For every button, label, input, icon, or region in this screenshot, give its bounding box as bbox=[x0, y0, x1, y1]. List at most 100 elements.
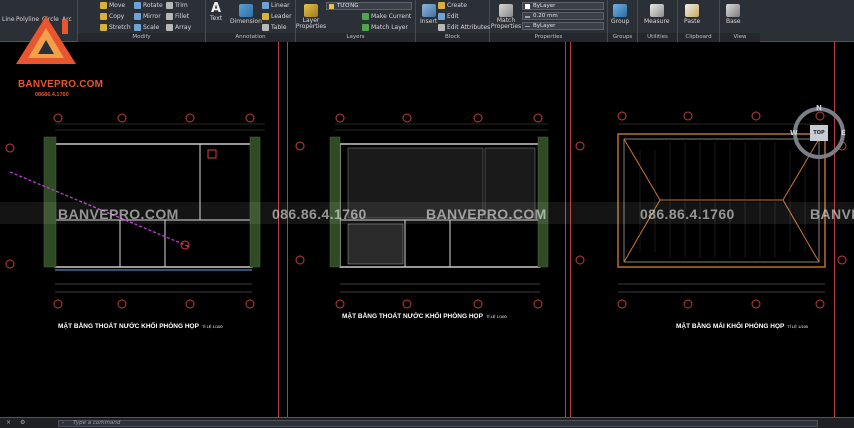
edit-block-button[interactable]: Edit bbox=[438, 13, 459, 20]
grid-bubble bbox=[751, 111, 761, 121]
array-icon bbox=[166, 24, 173, 31]
create-block-button[interactable]: Create bbox=[438, 2, 467, 9]
rotate-button[interactable]: Rotate bbox=[134, 2, 163, 9]
lineweight-dropdown-value: 0.20 mm bbox=[533, 13, 558, 19]
grid-bubble bbox=[617, 111, 627, 121]
viewcube[interactable]: N W E TOP bbox=[790, 104, 848, 162]
dimension-button[interactable]: Dimension bbox=[230, 4, 262, 25]
insert-icon bbox=[421, 4, 436, 17]
scale-label: Scale bbox=[143, 24, 160, 31]
measure-button[interactable]: Measure bbox=[644, 4, 670, 25]
grid-bubble bbox=[53, 113, 63, 123]
utilities-group-title: Utilities bbox=[638, 33, 677, 42]
grid-bubble bbox=[751, 299, 761, 309]
status-bar: × ⚙ › Type a command bbox=[0, 417, 854, 428]
groups-group-title: Groups bbox=[608, 33, 637, 42]
create-block-icon bbox=[438, 2, 445, 9]
linear-icon bbox=[262, 2, 269, 9]
annotation-group: A Text Dimension Linear Leader Table Ann… bbox=[206, 0, 296, 42]
paste-button[interactable]: Paste bbox=[684, 4, 700, 25]
group-button[interactable]: Group bbox=[611, 4, 629, 25]
lineweight-icon bbox=[525, 16, 530, 18]
linetype-dropdown-value: ByLayer bbox=[533, 23, 556, 29]
fillet-label: Fillet bbox=[175, 13, 190, 20]
make-current-button[interactable]: Make Current bbox=[362, 13, 411, 20]
scale-button[interactable]: Scale bbox=[134, 24, 159, 31]
viewcube-top-face[interactable]: TOP bbox=[810, 125, 828, 141]
fixture-symbol bbox=[207, 149, 217, 159]
rotate-icon bbox=[134, 2, 141, 9]
base-view-icon bbox=[726, 4, 741, 17]
grid-bubble bbox=[185, 299, 195, 309]
table-button[interactable]: Table bbox=[262, 24, 287, 31]
match-properties-button[interactable]: Match Properties bbox=[490, 4, 522, 30]
table-label: Table bbox=[271, 24, 287, 31]
insert-button[interactable]: Insert bbox=[420, 4, 437, 25]
base-button[interactable]: Base bbox=[726, 4, 741, 25]
grid-bubble bbox=[245, 113, 255, 123]
mirror-button[interactable]: Mirror bbox=[134, 13, 161, 20]
grid-bubble bbox=[295, 141, 305, 151]
properties-group-title: Properties bbox=[490, 33, 607, 42]
trim-icon bbox=[166, 2, 173, 9]
view-group-title: View bbox=[720, 33, 760, 42]
lineweight-dropdown[interactable]: 0.20 mm bbox=[522, 12, 604, 20]
drawing-canvas[interactable]: MẶT BẰNG THOÁT NƯỚC KHỐI PHÒNG HỌP TỈ LỆ … bbox=[0, 42, 854, 417]
edit-block-icon bbox=[438, 13, 445, 20]
command-placeholder: Type a command bbox=[73, 420, 121, 426]
edit-attributes-button[interactable]: Edit Attributes bbox=[438, 24, 490, 31]
trim-label: Trim bbox=[175, 2, 188, 9]
layer-properties-button[interactable]: Layer Properties bbox=[295, 4, 327, 30]
drawing-title-2-text: MẶT BẰNG THOÁT NƯỚC KHỐI PHÒNG HỌP bbox=[342, 313, 483, 320]
close-icon[interactable]: × bbox=[6, 419, 11, 426]
trim-button[interactable]: Trim bbox=[166, 2, 188, 9]
settings-icon[interactable]: ⚙ bbox=[20, 419, 25, 426]
compass-east[interactable]: E bbox=[841, 129, 846, 137]
compass-north[interactable]: N bbox=[816, 104, 822, 112]
dimension-icon bbox=[238, 4, 253, 17]
text-label: Text bbox=[210, 15, 223, 22]
leader-button[interactable]: Leader bbox=[262, 13, 292, 20]
drawing-scale-1: TỈ LỆ 1/100 bbox=[201, 324, 223, 329]
hatch-stone bbox=[347, 223, 404, 265]
layer-dropdown[interactable]: TƯỜNG bbox=[326, 2, 412, 10]
groups-group: Group Groups bbox=[608, 0, 638, 42]
grid-bubble bbox=[117, 299, 127, 309]
grid-bubble bbox=[533, 299, 543, 309]
match-properties-label: Match Properties bbox=[490, 17, 522, 30]
layers-group: Layer Properties TƯỜNG Make Current Matc… bbox=[296, 0, 416, 42]
fillet-button[interactable]: Fillet bbox=[166, 13, 189, 20]
watermark-text: 086.86.4.1760 bbox=[640, 206, 735, 222]
grid-bubble bbox=[402, 113, 412, 123]
command-input[interactable]: › Type a command bbox=[58, 420, 818, 427]
make-current-label: Make Current bbox=[371, 13, 412, 20]
drawing-svg bbox=[5, 111, 847, 309]
edit-block-label: Edit bbox=[447, 13, 459, 20]
watermark-text: 086.86.4.1760 bbox=[272, 206, 367, 222]
house-logo-icon bbox=[16, 16, 76, 64]
group-label: Group bbox=[611, 18, 630, 25]
grid-bubble bbox=[5, 143, 15, 153]
linear-button[interactable]: Linear bbox=[262, 2, 290, 9]
layer-properties-label: Layer Properties bbox=[295, 17, 327, 30]
insert-label: Insert bbox=[420, 18, 438, 25]
grid-bubble bbox=[815, 299, 825, 309]
match-layer-button[interactable]: Match Layer bbox=[362, 24, 408, 31]
grid-bubble bbox=[683, 299, 693, 309]
compass-west[interactable]: W bbox=[790, 129, 798, 137]
array-button[interactable]: Array bbox=[166, 24, 191, 31]
match-properties-icon bbox=[499, 4, 513, 17]
linetype-dropdown[interactable]: ByLayer bbox=[522, 22, 604, 30]
edit-attributes-icon bbox=[438, 24, 445, 31]
grid-bubble bbox=[295, 255, 305, 265]
leader-icon bbox=[262, 13, 269, 20]
text-button[interactable]: A Text bbox=[210, 2, 222, 22]
grid-bubble bbox=[402, 299, 412, 309]
properties-group: Match Properties ByLayer 0.20 mm ByLayer… bbox=[490, 0, 608, 42]
base-label: Base bbox=[726, 18, 741, 25]
color-dropdown[interactable]: ByLayer bbox=[522, 2, 604, 10]
mirror-label: Mirror bbox=[143, 13, 161, 20]
grid-bubble bbox=[617, 299, 627, 309]
drawing-title-1: MẶT BẰNG THOÁT NƯỚC KHỐI PHÒNG HỌP TỈ LỆ … bbox=[58, 323, 223, 330]
logo-name: BANVEPRO.COM bbox=[18, 79, 104, 90]
